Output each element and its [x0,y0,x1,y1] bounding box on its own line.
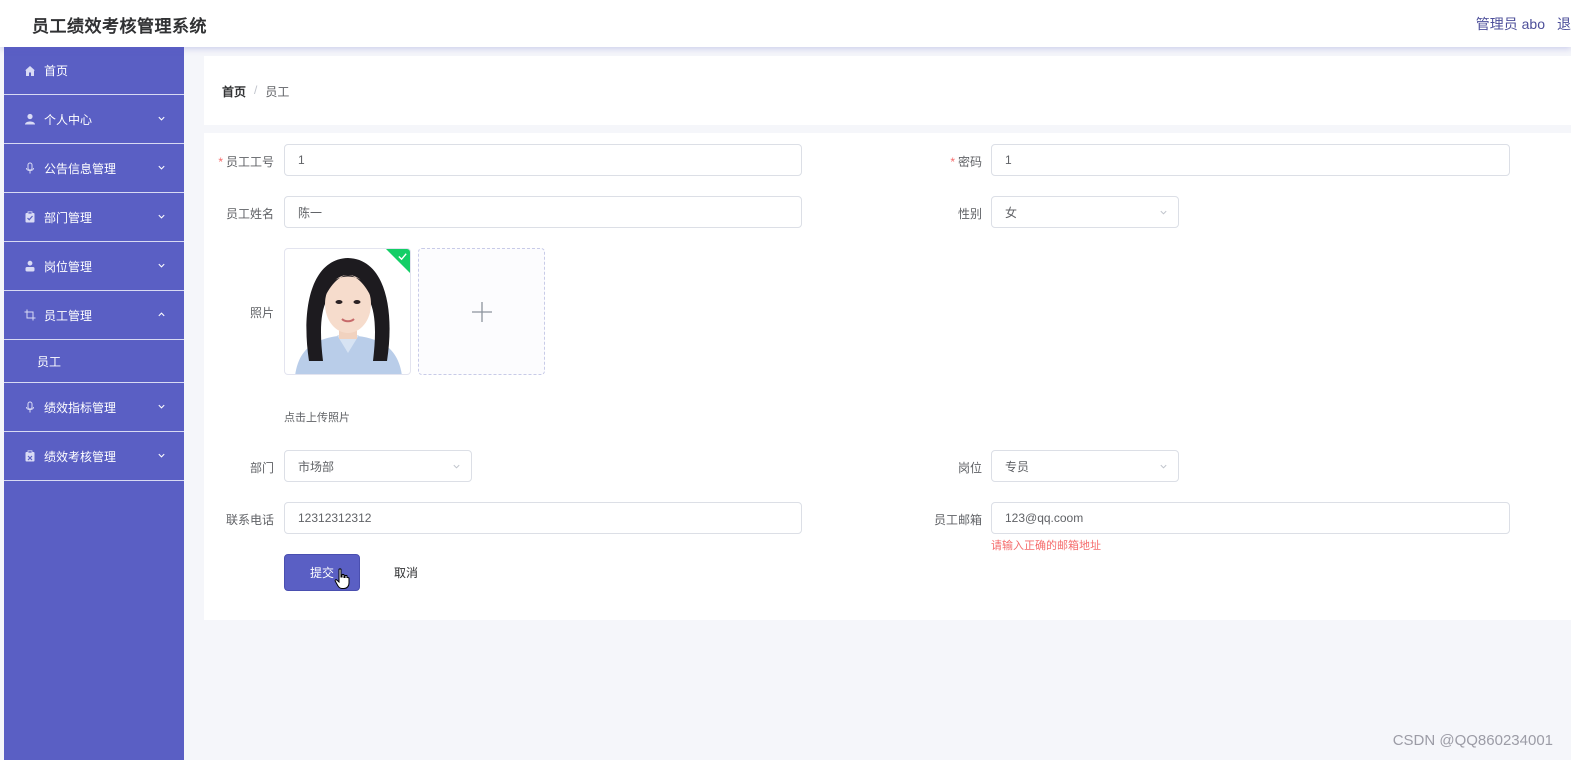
required-asterisk: * [218,155,223,169]
chevron-down-icon [1160,464,1167,469]
home-icon [23,64,36,77]
position-select[interactable]: 专员 [991,450,1179,482]
sidebar-item-label: 岗位管理 [44,259,93,274]
clipboard-icon [23,450,36,463]
person-icon [23,260,36,273]
microphone-icon [23,401,36,414]
department-select-value: 市场部 [298,459,335,474]
clipboard-icon [23,211,36,224]
watermark: CSDN @QQ860234001 [1392,732,1553,749]
gender-select[interactable]: 女 [991,196,1179,228]
breadcrumb-current: 员工 [265,85,290,99]
sidebar-item-appraisal-management[interactable]: 绩效考核管理 [4,432,184,481]
email-error-message: 请输入正确的邮箱地址 [991,540,1101,552]
chevron-down-icon [1160,210,1167,215]
sidebar-item-personal-center[interactable]: 个人中心 [4,95,184,144]
sidebar-item-home[interactable]: 首页 [4,47,184,95]
sidebar-item-departments[interactable]: 部门管理 [4,193,184,242]
sidebar-item-kpi-management[interactable]: 绩效指标管理 [4,383,184,432]
sidebar-subitem-staff[interactable]: 员工 [4,340,184,383]
sidebar-item-label: 员工管理 [44,308,93,323]
position-label: 岗位 [957,461,982,475]
top-bar: 员工绩效考核管理系统 管理员 abo 退 [0,0,1571,47]
sidebar-item-staff-management[interactable]: 员工管理 [4,291,184,340]
chevron-up-icon [158,312,165,317]
sidebar-item-label: 公告信息管理 [44,161,117,176]
plus-icon [471,301,492,322]
sidebar-item-label: 绩效考核管理 [44,449,117,464]
cancel-button[interactable]: 取消 [380,554,432,591]
upload-tip: 点击上传照片 [284,412,350,424]
hand-cursor-icon [334,568,350,589]
position-select-value: 专员 [1005,459,1030,474]
email-input[interactable]: 123@qq.coom [991,502,1510,534]
sidebar-item-label: 首页 [44,64,69,78]
sidebar-item-announcements[interactable]: 公告信息管理 [4,144,184,193]
chevron-down-icon [158,404,165,409]
breadcrumb-card: 首页 / 员工 [204,56,1571,125]
email-label: 员工邮箱 [933,513,982,527]
breadcrumb-separator: / [254,83,258,97]
name-input[interactable]: 陈一 [284,196,802,228]
sidebar: 首页 个人中心 公告信息管理 部门管理 岗位管理 员工管理 员工 绩效指标管理 … [4,47,184,760]
employee-form: * 员工工号 1 * 密码 1 员工姓名 陈一 性别 女 照片 点击上传照片 部门 [204,133,1571,620]
department-select[interactable]: 市场部 [284,450,472,482]
sidebar-item-label: 个人中心 [44,112,93,127]
upload-add-button[interactable] [418,248,545,375]
chevron-down-icon [158,263,165,268]
breadcrumb: 首页 / 员工 [222,83,289,100]
user-icon [23,113,36,126]
app-title: 员工绩效考核管理系统 [32,17,207,36]
gender-select-value: 女 [1005,205,1018,220]
employee-no-input[interactable]: 1 [284,144,802,176]
name-label: 员工姓名 [225,207,274,221]
phone-label: 联系电话 [225,513,274,527]
chevron-down-icon [158,165,165,170]
password-input[interactable]: 1 [991,144,1510,176]
microphone-icon [23,162,36,175]
chevron-down-icon [158,453,165,458]
crop-icon [23,309,36,322]
uploaded-photo[interactable] [284,248,411,375]
gender-label: 性别 [957,207,982,221]
breadcrumb-home[interactable]: 首页 [222,83,246,100]
photo-label: 照片 [249,306,274,320]
department-label: 部门 [249,461,274,475]
check-icon [398,253,407,261]
sidebar-item-positions[interactable]: 岗位管理 [4,242,184,291]
logout-link-partial[interactable]: 退 [1557,14,1571,34]
sidebar-item-label: 部门管理 [44,210,93,225]
chevron-down-icon [453,464,460,469]
employee-no-label: * 员工工号 [218,155,274,169]
required-asterisk: * [950,155,955,169]
sidebar-item-label: 绩效指标管理 [44,400,117,415]
user-menu[interactable]: 管理员 abo [1476,14,1545,34]
chevron-down-icon [158,116,165,121]
phone-input[interactable]: 12312312312 [284,502,802,534]
chevron-down-icon [158,214,165,219]
password-label: * 密码 [950,155,982,169]
